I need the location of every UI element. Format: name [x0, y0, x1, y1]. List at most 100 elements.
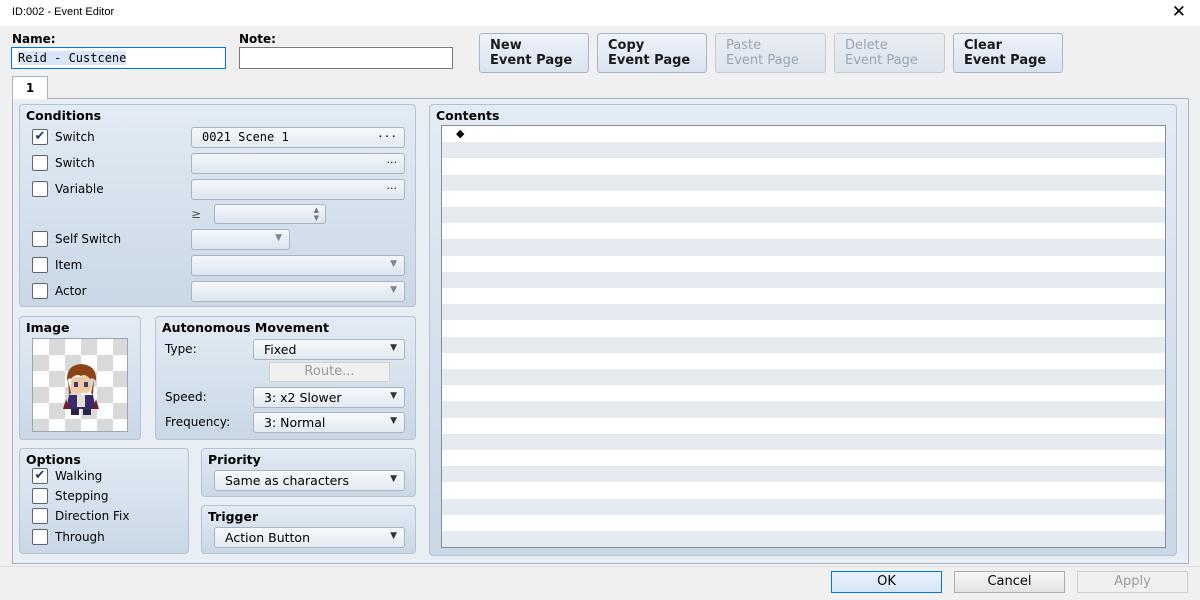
command-row[interactable]	[442, 482, 1165, 498]
item-checkbox[interactable]	[32, 257, 48, 273]
priority-select[interactable]: Same as characters ▼	[214, 470, 405, 491]
walking-checkbox[interactable]: ✔	[32, 468, 48, 484]
clear-event-page-line2: Event Page	[964, 53, 1047, 68]
paste-event-page-line1: Paste	[726, 38, 762, 53]
stepping-checkbox[interactable]	[32, 488, 48, 504]
priority-value: Same as characters	[225, 473, 349, 488]
command-row[interactable]	[442, 353, 1165, 369]
direction-fix-checkbox[interactable]	[32, 508, 48, 524]
direction-fix-label: Direction Fix	[55, 509, 130, 523]
command-row[interactable]: ◆	[442, 126, 1165, 142]
item-select[interactable]: ▼	[191, 255, 405, 276]
command-row[interactable]	[442, 336, 1165, 353]
spin-up-icon[interactable]: ▲	[314, 206, 319, 214]
trigger-title: Trigger	[208, 509, 259, 524]
command-row[interactable]	[442, 369, 1165, 386]
chevron-down-icon: ▼	[390, 416, 397, 426]
actor-select[interactable]: ▼	[191, 281, 405, 302]
command-row[interactable]	[442, 498, 1165, 515]
new-event-page-button[interactable]: New Event Page	[479, 33, 589, 73]
command-row[interactable]	[442, 174, 1165, 191]
stepping-label: Stepping	[55, 489, 109, 503]
variable-label: Variable	[55, 182, 104, 196]
command-row[interactable]	[442, 401, 1165, 418]
trigger-select[interactable]: Action Button ▼	[214, 527, 405, 548]
command-row[interactable]	[442, 466, 1165, 483]
command-row[interactable]	[442, 223, 1165, 239]
command-row[interactable]	[442, 158, 1165, 174]
tab-page-1[interactable]: 1	[12, 76, 48, 99]
note-input[interactable]	[239, 47, 453, 69]
self-switch-select[interactable]: ▼	[191, 229, 290, 250]
event-image-preview[interactable]	[32, 338, 128, 432]
command-row[interactable]	[442, 207, 1165, 224]
title-bar: ID:002 - Event Editor ✕	[0, 0, 1200, 26]
speed-label: Speed:	[165, 390, 207, 404]
name-label: Name:	[12, 32, 56, 46]
chevron-down-icon: ▼	[390, 285, 397, 295]
switch1-browse-icon: ···	[377, 130, 397, 143]
command-row[interactable]	[442, 239, 1165, 256]
command-row[interactable]	[442, 418, 1165, 434]
through-checkbox[interactable]	[32, 529, 48, 545]
speed-value: 3: x2 Slower	[264, 390, 342, 405]
variable-checkbox[interactable]	[32, 181, 48, 197]
character-sprite-icon	[63, 364, 99, 415]
command-row[interactable]	[442, 191, 1165, 207]
walking-label: Walking	[55, 469, 103, 483]
actor-checkbox[interactable]	[32, 283, 48, 299]
name-input-value: Reid - Custcene	[18, 51, 127, 65]
command-row[interactable]	[442, 304, 1165, 321]
copy-event-page-line1: Copy	[608, 38, 645, 53]
command-row[interactable]	[442, 142, 1165, 159]
speed-select[interactable]: 3: x2 Slower ▼	[253, 387, 405, 408]
event-commands-list[interactable]: ◆	[441, 125, 1166, 548]
options-title: Options	[26, 452, 81, 467]
command-row[interactable]	[442, 288, 1165, 304]
paste-event-page-button[interactable]: Paste Event Page	[715, 33, 826, 73]
switch1-checkbox[interactable]: ✔	[32, 129, 48, 145]
apply-button[interactable]: Apply	[1077, 571, 1188, 593]
route-button[interactable]: Route...	[269, 362, 390, 382]
command-row[interactable]	[442, 256, 1165, 272]
cancel-button[interactable]: Cancel	[954, 571, 1065, 593]
through-label: Through	[55, 530, 105, 544]
clear-event-page-line1: Clear	[964, 38, 1002, 53]
switch1-label: Switch	[55, 130, 95, 144]
delete-event-page-button[interactable]: Delete Event Page	[834, 33, 945, 73]
chevron-down-icon: ▼	[390, 531, 397, 541]
variable-value-spinner[interactable]: ▲ ▼	[214, 204, 326, 224]
item-label: Item	[55, 258, 83, 272]
type-select[interactable]: Fixed ▼	[253, 339, 405, 360]
command-row[interactable]	[442, 547, 1165, 548]
command-row[interactable]	[442, 531, 1165, 547]
variable-select[interactable]: ···	[191, 179, 405, 200]
switch2-checkbox[interactable]	[32, 155, 48, 171]
switch1-value: 0021 Scene 1	[202, 130, 289, 144]
command-row[interactable]	[442, 271, 1165, 288]
ok-button[interactable]: OK	[831, 571, 942, 593]
self-switch-checkbox[interactable]	[32, 231, 48, 247]
conditions-title: Conditions	[26, 108, 102, 123]
type-label: Type:	[165, 342, 197, 356]
contents-title: Contents	[436, 108, 500, 123]
delete-event-page-line2: Event Page	[845, 53, 918, 68]
command-row[interactable]	[442, 433, 1165, 450]
command-row[interactable]	[442, 515, 1165, 531]
image-title: Image	[26, 320, 70, 335]
switch2-select[interactable]: ···	[191, 153, 405, 174]
close-icon[interactable]: ✕	[1172, 2, 1186, 22]
copy-event-page-line2: Event Page	[608, 53, 691, 68]
clear-event-page-button[interactable]: Clear Event Page	[953, 33, 1063, 73]
command-row[interactable]	[442, 450, 1165, 466]
chevron-down-icon: ▼	[390, 474, 397, 484]
copy-event-page-button[interactable]: Copy Event Page	[597, 33, 707, 73]
frequency-select[interactable]: 3: Normal ▼	[253, 412, 405, 433]
new-event-page-line1: New	[490, 38, 522, 53]
name-input[interactable]: Reid - Custcene	[11, 47, 226, 69]
command-row[interactable]	[442, 385, 1165, 401]
switch1-select[interactable]: 0021 Scene 1 ···	[191, 127, 405, 148]
actor-label: Actor	[55, 284, 87, 298]
command-row[interactable]	[442, 320, 1165, 336]
spin-down-icon[interactable]: ▼	[314, 214, 319, 222]
